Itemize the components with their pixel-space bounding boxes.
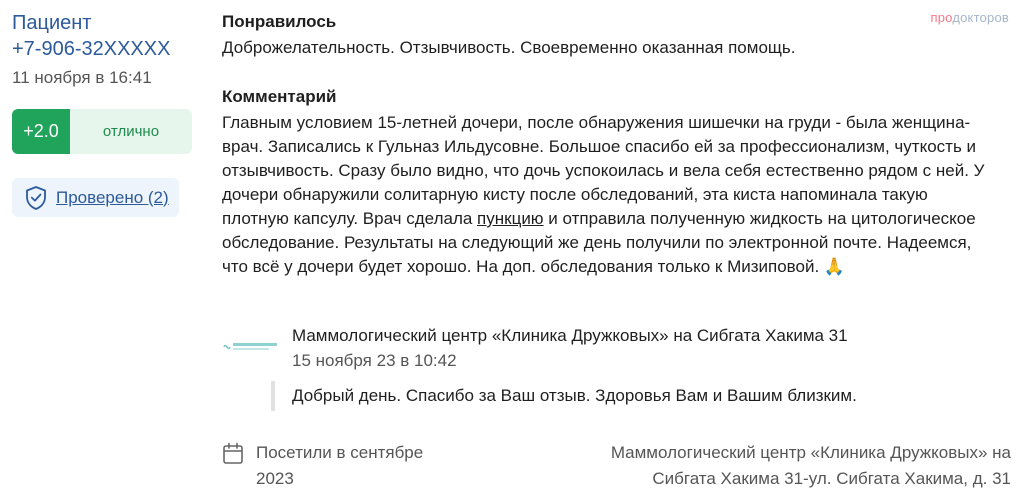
verified-link[interactable]: Проверено (2)	[56, 188, 169, 208]
comment-title: Комментарий	[222, 87, 337, 106]
author-phone[interactable]: +7-906-32XXXXX	[12, 36, 202, 62]
clinic-logo-icon	[223, 343, 277, 350]
liked-title: Понравилось	[222, 12, 337, 31]
calendar-icon	[223, 442, 243, 464]
review-body: Понравилось Доброжелательность. Отзывчив…	[222, 11, 992, 279]
author-name-line1[interactable]: Пациент	[12, 10, 202, 36]
clinic-address: Маммологический центр «Клиника Дружковых…	[541, 440, 1011, 492]
review-date: 11 ноября в 16:41	[12, 68, 152, 87]
reply-quote: Добрый день. Спасибо за Ваш отзыв. Здоро…	[271, 381, 857, 411]
reply-date: 15 ноября 23 в 10:42	[292, 351, 457, 370]
puncture-link[interactable]: пункцию	[477, 209, 544, 228]
comment-text: Главным условием 15-летней дочери, после…	[222, 111, 992, 279]
author-name[interactable]: Пациент +7-906-32XXXXX	[12, 10, 202, 62]
author-panel: Пациент +7-906-32XXXXX 11 ноября в 16:41…	[12, 10, 202, 217]
address-line2: Сибгата Хакима 31-ул. Сибгата Хакима, д.…	[652, 469, 1011, 488]
verified-badge[interactable]: Проверено (2)	[12, 178, 179, 217]
rating-score: +2.0	[12, 109, 70, 154]
rating-verdict: отлично	[102, 123, 160, 140]
visit-line2: 2023	[256, 469, 294, 488]
rating-badge: +2.0 отлично	[12, 109, 192, 154]
reply-text: Добрый день. Спасибо за Ваш отзыв. Здоро…	[292, 386, 857, 405]
visit-info: Посетили в сентябре 2023	[222, 440, 456, 492]
visit-date: Посетили в сентябре 2023	[256, 440, 456, 492]
clinic-name[interactable]: Маммологический центр «Клиника Дружковых…	[292, 326, 848, 346]
visit-line1: Посетили в сентябре	[256, 443, 424, 462]
shield-check-icon	[26, 185, 46, 210]
address-line1: Маммологический центр «Клиника Дружковых…	[610, 443, 1011, 462]
liked-text: Доброжелательность. Отзывчивость. Своевр…	[222, 38, 796, 57]
